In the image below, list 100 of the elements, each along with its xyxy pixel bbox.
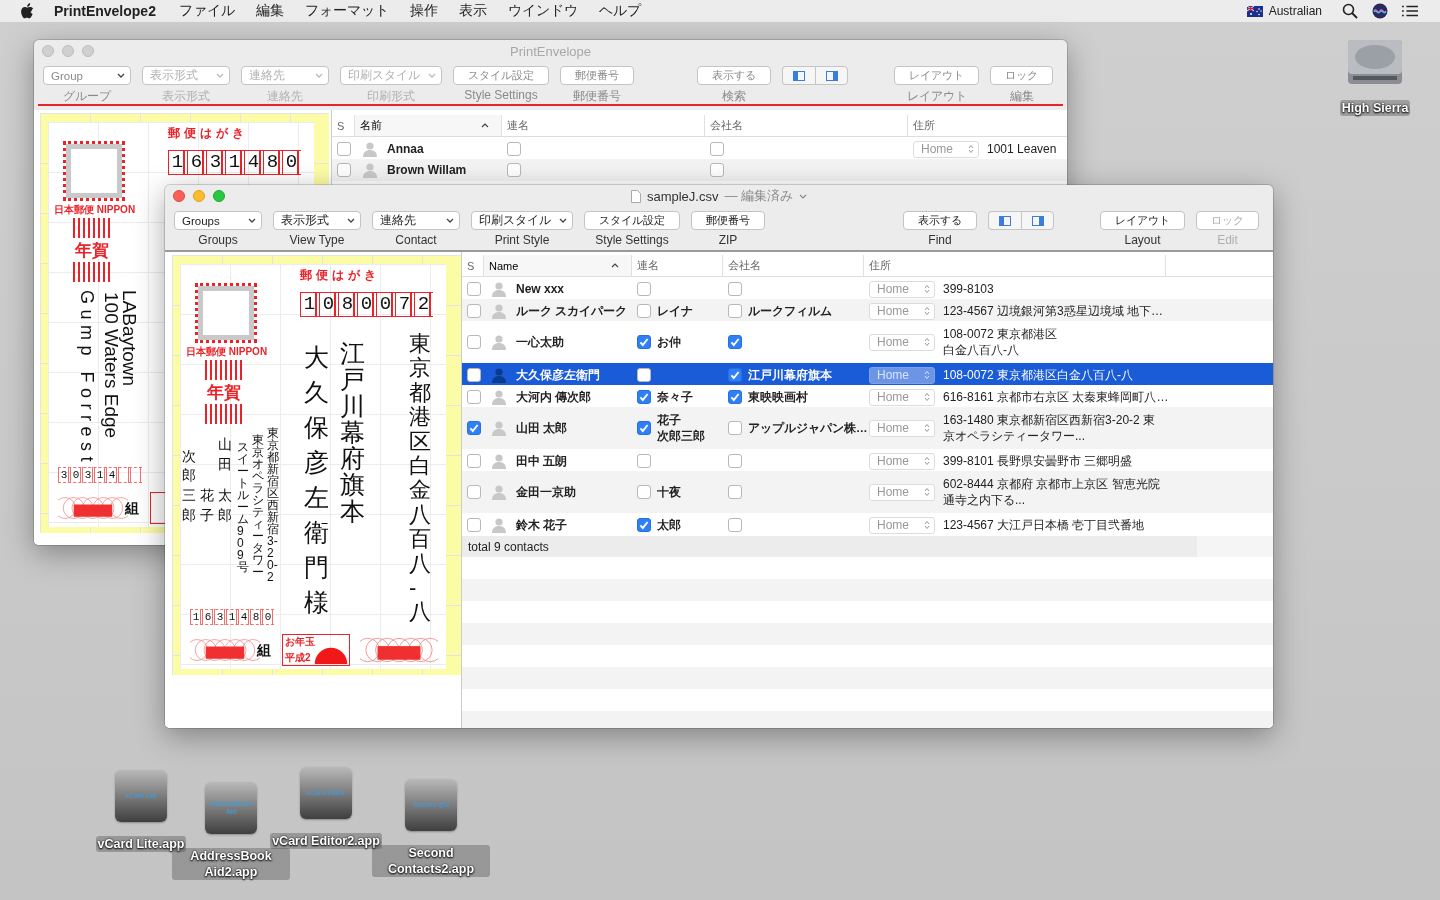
contact-name: 田中 五朗 (516, 452, 568, 470)
menu-item[interactable]: ファイル (178, 2, 235, 20)
joint-name: 奈々子 (657, 390, 693, 405)
checkbox[interactable] (728, 485, 742, 499)
document-icon (630, 189, 641, 203)
contact-name: Annaa (387, 142, 424, 156)
apple-icon[interactable] (20, 3, 34, 19)
toolbar-button[interactable]: レイアウト (1100, 211, 1185, 230)
checkbox[interactable] (637, 421, 651, 435)
column-header[interactable]: 会社名 (705, 115, 908, 136)
checkmark-icon (638, 336, 650, 348)
checkbox[interactable] (637, 368, 651, 382)
checkbox[interactable] (507, 142, 521, 156)
checkbox[interactable] (728, 518, 742, 532)
checkbox[interactable] (728, 282, 742, 296)
lottery-label: お年玉 (285, 635, 315, 649)
table-row[interactable]: 大久保彦左衛門 江戸川幕府旗本 Home 108-0072 東京都港区白金八百八-八 (462, 363, 1273, 385)
checkmark-icon (468, 422, 480, 434)
toolbar-button[interactable]: 表示する (903, 211, 977, 230)
popup-button[interactable]: 表示形式 (273, 211, 361, 230)
menu-item[interactable]: ヘルプ (598, 2, 641, 20)
contact-name: 金田一京助 (516, 483, 576, 501)
menu-item[interactable]: フォーマット (304, 2, 389, 20)
checkbox[interactable] (637, 390, 651, 404)
recipient-company: 江戸川幕府旗本 (340, 340, 365, 524)
column-header[interactable]: 名前 (355, 115, 502, 136)
table-row[interactable]: 山田 太郎 花子 次郎三郎 アップルジャパン株… Home 163-1480 東京都新宿区西新宿3-20-2 東 京オペラシティータワー... (462, 407, 1273, 449)
popup-button[interactable]: 印刷スタイル (471, 211, 573, 230)
menu-item[interactable]: 表示 (458, 2, 487, 20)
checkbox[interactable] (467, 335, 481, 349)
lottery-era: 平成2 (285, 651, 311, 665)
checkmark-icon (729, 336, 741, 348)
app-menu[interactable]: PrintEnvelope2 (54, 3, 156, 19)
window-control[interactable] (213, 190, 225, 202)
column-header[interactable]: 住所 (908, 115, 1067, 136)
checkbox[interactable] (467, 454, 481, 468)
checkbox[interactable] (710, 163, 724, 177)
person-icon (491, 517, 507, 533)
checkbox[interactable] (728, 454, 742, 468)
toolbar-caption: グループ (63, 88, 111, 105)
chevron-icon[interactable] (799, 193, 808, 199)
checkbox[interactable] (637, 518, 651, 532)
chevron-icon (248, 218, 256, 223)
checkbox[interactable] (728, 335, 742, 349)
left-panel-button[interactable] (988, 211, 1021, 230)
popup-button[interactable]: Groups (174, 211, 262, 230)
checkbox[interactable] (467, 390, 481, 404)
sort-caret-icon (611, 263, 619, 268)
checkbox[interactable] (507, 163, 521, 177)
checkbox[interactable] (337, 163, 351, 177)
checkbox[interactable] (637, 335, 651, 349)
column-header[interactable]: 連名 (632, 255, 723, 276)
new-year-mark: 年賀 (73, 218, 111, 282)
address-text: 123-4567 辺境銀河第3惑星辺境域 地下… (943, 303, 1164, 320)
updown-chevron-icon (924, 337, 930, 347)
flag-icon[interactable] (1246, 5, 1263, 17)
checkbox[interactable] (637, 454, 651, 468)
input-source[interactable]: Australian (1268, 4, 1322, 18)
search-icon[interactable] (1342, 3, 1358, 19)
checkbox[interactable] (637, 304, 651, 318)
checkbox[interactable] (467, 368, 481, 382)
checkbox[interactable] (467, 485, 481, 499)
checkbox[interactable] (467, 282, 481, 296)
checkbox[interactable] (637, 485, 651, 499)
column-header[interactable]: 住所 (864, 255, 1166, 276)
checkbox[interactable] (337, 142, 351, 156)
address-line: 100 Waters Edge (102, 292, 120, 439)
column-header[interactable]: 会社名 (723, 255, 864, 276)
window-control[interactable] (193, 190, 205, 202)
joint-name: 十夜 (657, 484, 681, 500)
popup-button[interactable]: 連絡先 (372, 211, 460, 230)
person-icon (491, 281, 507, 297)
table-row[interactable]: Brown Willam (332, 159, 1067, 181)
menu-item[interactable]: 編集 (255, 2, 284, 20)
checkbox[interactable] (728, 368, 742, 382)
column-header[interactable]: 連名 (502, 115, 705, 136)
menu-item[interactable]: 操作 (409, 2, 438, 20)
joint-name: 太郎 (657, 517, 681, 533)
company-name: ルークフィルム (748, 303, 832, 319)
checkmark-icon (638, 519, 650, 531)
table-row[interactable]: ルーク スカイパーク レイナ ルークフィルム Home 123-4567 辺境銀河第3惑星辺境域 地下… (462, 299, 1273, 321)
column-header[interactable]: Name (484, 255, 632, 276)
window-control[interactable] (173, 190, 185, 202)
table-row[interactable]: 金田一京助 十夜 Home 602-8444 京都府 京都市上京区 智恵光院 通寺之内下る... (462, 471, 1273, 513)
checkbox[interactable] (467, 518, 481, 532)
toolbar-button[interactable]: 郵便番号 (691, 211, 765, 230)
checkbox[interactable] (637, 282, 651, 296)
checkbox[interactable] (728, 421, 742, 435)
chevron-icon (117, 73, 125, 78)
checkbox[interactable] (728, 390, 742, 404)
orb-icon[interactable] (1372, 3, 1388, 19)
menu-item[interactable]: ウインドウ (507, 2, 578, 20)
toolbar-caption: 表示形式 (162, 88, 210, 105)
toolbar-button[interactable]: スタイル設定 (584, 211, 680, 230)
right-panel-button[interactable] (1021, 211, 1054, 230)
checkbox[interactable] (710, 142, 724, 156)
list-icon[interactable] (1402, 3, 1418, 19)
checkbox[interactable] (467, 304, 481, 318)
checkbox[interactable] (467, 421, 481, 435)
checkbox[interactable] (728, 304, 742, 318)
